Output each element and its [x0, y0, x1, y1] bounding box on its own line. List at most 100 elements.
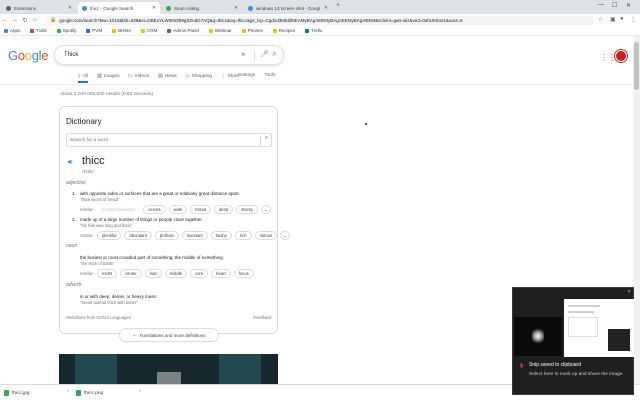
close-icon[interactable]: ✕ [324, 5, 328, 11]
feedback-link[interactable]: Feedback [253, 315, 271, 320]
similar-chip[interactable]: riotous [254, 231, 278, 240]
bookmark-label: Phones [247, 28, 263, 33]
settings-link[interactable]: Settings [238, 73, 255, 78]
home-icon[interactable]: ⌂ [30, 17, 40, 23]
tab-extensions[interactable]: Extensions ✕ [2, 2, 76, 14]
search-box[interactable]: Thick × 🎤︎ ⌕ [54, 45, 284, 65]
chevron-up-icon[interactable]: ⌃ [66, 390, 70, 396]
similar-chip[interactable]: abundant [124, 231, 152, 240]
search-query[interactable]: Thick [64, 52, 78, 58]
filter-videos[interactable]: ▷ Videos [129, 73, 149, 79]
similar-chip[interactable]: profuse [154, 231, 179, 240]
address-row: ← → ↻ ⌂ 🔒 google.com/search?biw=1010&bih… [0, 14, 640, 26]
search-icon[interactable]: ⌕ [272, 49, 276, 59]
similar-chip[interactable]: hub [144, 269, 162, 278]
dictionary-search-input[interactable]: Search for a word ⌕ [66, 133, 272, 147]
avatar[interactable] [615, 50, 627, 62]
folder-icon [208, 28, 213, 33]
part-of-speech-adverb: adverb [66, 282, 82, 288]
tab-windows-search[interactable]: windows 10 screen shot - Googl ✕ [244, 2, 332, 14]
close-window-icon[interactable]: ✕ [626, 2, 631, 9]
url-text: google.com/search?biw=1010&bih=638&ei=DB… [59, 17, 463, 23]
filter-news[interactable]: ▤ News [158, 73, 177, 79]
google-icon [82, 5, 87, 11]
bookmark-trello[interactable]: Trello [305, 28, 322, 33]
expand-icon[interactable]: ⌄ [261, 205, 271, 214]
tools-link[interactable]: Tools [264, 73, 275, 78]
forward-icon[interactable]: → [10, 17, 20, 23]
similar-chip[interactable]: luxuriant [181, 231, 208, 240]
bookmark-webinar[interactable]: Webinar [208, 28, 232, 33]
image-icon: ▨ [97, 73, 102, 79]
tab-title: windows 10 screen shot - Googl [256, 5, 321, 11]
google-logo[interactable]: Google [8, 48, 48, 63]
back-icon[interactable]: ← [0, 17, 10, 23]
star-icon[interactable]: ☆ [598, 16, 603, 23]
snip-notification[interactable]: ✕ ▮ Snip saved to clipboard Select here … [512, 287, 634, 395]
bookmark-spotify[interactable]: Spotify [56, 28, 76, 33]
similar-row: Similar: midst center hub middle core he… [80, 269, 254, 278]
menu-icon[interactable]: ⋮ [630, 16, 636, 23]
reload-icon[interactable]: ↻ [20, 17, 30, 24]
microphone-icon[interactable]: 🎤︎ [260, 50, 269, 58]
similar-chip[interactable]: heart [211, 269, 231, 278]
tab-store-listing[interactable]: Store Listing ✕ [162, 2, 242, 14]
speaker-icon[interactable]: 🔊︎ [68, 159, 72, 167]
bookmark-apps[interactable]: Apps [4, 28, 20, 33]
similar-chip[interactable]: midst [96, 269, 117, 278]
bookmarks-bar: Apps Tickit Spotify PVM BHMA CRM Admin P… [0, 26, 640, 36]
similar-chip[interactable]: core [189, 269, 209, 278]
bookmark-pvm[interactable]: PVM [86, 28, 102, 33]
similar-chip[interactable]: deep [213, 205, 234, 214]
profile-icon[interactable]: ● [620, 16, 624, 22]
omnibox[interactable]: 🔒 google.com/search?biw=1010&bih=638&ei=… [46, 15, 594, 25]
close-icon[interactable]: ✕ [152, 5, 156, 11]
download-item[interactable]: thicc.png ⌃ [76, 388, 142, 398]
clear-icon[interactable]: × [241, 50, 246, 59]
filter-images[interactable]: ▨ Images [97, 73, 119, 79]
bookmark-bhma[interactable]: BHMA [112, 28, 131, 33]
similar-chip[interactable]: across [143, 205, 166, 214]
more-icon: ⋮ [220, 73, 226, 79]
similar-chip[interactable]: focus [233, 269, 254, 278]
download-item[interactable]: thicc.jpg ⌃ [4, 388, 70, 398]
similar-chip[interactable]: in extent/diameter [97, 205, 140, 214]
new-tab-button[interactable]: + [336, 2, 340, 9]
filter-shopping[interactable]: ◇ Shopping [186, 73, 212, 79]
bookmark-label: BHMA [118, 28, 132, 33]
maximize-icon[interactable]: ☐ [612, 2, 617, 9]
google-apps-icon[interactable]: ⋮⋮ [600, 53, 616, 62]
similar-chip[interactable]: center [119, 269, 142, 278]
chevron-up-icon[interactable]: ⌃ [138, 390, 142, 396]
close-icon[interactable]: ✕ [234, 5, 238, 11]
similar-chip[interactable]: rich [234, 231, 252, 240]
minimize-icon[interactable]: — [598, 2, 604, 8]
similar-chip[interactable]: stocky [236, 205, 259, 214]
filter-all[interactable]: ⌕ All [78, 73, 89, 83]
similar-chip[interactable]: bushy [210, 231, 232, 240]
similar-chip[interactable]: plentiful [96, 231, 122, 240]
thumbnail-panel [75, 354, 117, 384]
scrollbar[interactable] [633, 36, 640, 384]
bookmark-tickit[interactable]: Tickit [30, 28, 47, 33]
similar-chip[interactable]: wide [168, 205, 188, 214]
search-icon[interactable]: ⌕ [260, 135, 272, 146]
bookmark-admin-panel[interactable]: Admin Panel [167, 28, 199, 33]
expand-icon[interactable]: ⌄ [280, 231, 290, 240]
bookmark-crm[interactable]: CRM [141, 28, 157, 33]
definition-example: "the thick of battle" [80, 261, 115, 266]
bookmark-phones[interactable]: Phones [241, 28, 263, 33]
similar-chip[interactable]: broad [190, 205, 211, 214]
close-icon[interactable]: ✕ [68, 5, 72, 11]
close-icon[interactable]: ✕ [627, 289, 631, 295]
bookmark-recipes[interactable]: Recipes [272, 28, 295, 33]
video-thumbnail[interactable] [59, 354, 278, 384]
definitions-source[interactable]: Definitions from Oxford Languages [66, 315, 131, 320]
filter-more[interactable]: ⋮ More [221, 73, 239, 79]
extension-icon[interactable]: ▣ [610, 16, 616, 23]
scrollbar-thumb[interactable] [634, 42, 639, 90]
more-definitions-button[interactable]: ⌄ Translations and more definitions [119, 328, 219, 342]
tab-google-search[interactable]: thicc - Google Search ✕ [78, 2, 160, 14]
similar-chip[interactable]: middle [164, 269, 187, 278]
similar-label: Similar: [80, 233, 94, 238]
